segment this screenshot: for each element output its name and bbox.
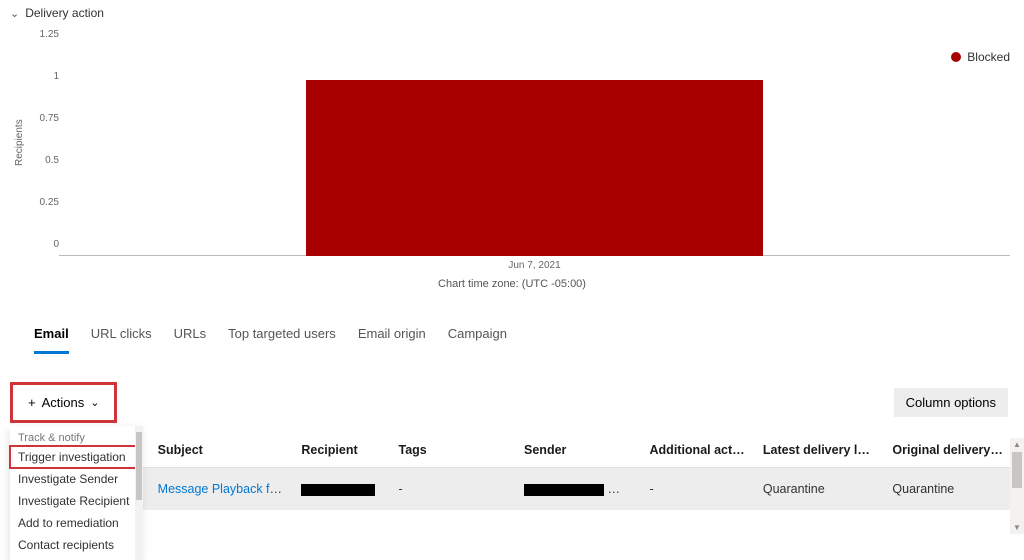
results-table: SubjectRecipientTagsSenderAdditional act…: [10, 433, 1014, 510]
table-row[interactable]: Message Playback for - …-QuarantineQuara…: [10, 468, 1014, 511]
cell-recipient: [293, 468, 390, 511]
toolbar: + Actions ⌄ Column options: [0, 354, 1024, 433]
column-header[interactable]: Tags: [391, 433, 517, 468]
cell-subject[interactable]: Message Playback for: [150, 468, 294, 511]
tabs: Email URL clicks URLs Top targeted users Ema…: [0, 318, 1024, 354]
page-scrollbar[interactable]: ▲ ▼: [1010, 438, 1024, 534]
menu-scrollbar[interactable]: [135, 426, 143, 560]
section-header[interactable]: ⌄ Delivery action: [0, 0, 1024, 26]
subject-link[interactable]: Message Playback for: [158, 482, 284, 496]
section-title: Delivery action: [25, 6, 104, 20]
column-header[interactable]: Additional actions: [642, 433, 755, 468]
tab-campaign[interactable]: Campaign: [448, 318, 507, 354]
actions-button[interactable]: + Actions ⌄: [17, 389, 110, 416]
cell-sender: …: [516, 468, 642, 511]
chevron-down-icon: ⌄: [90, 396, 99, 409]
cell-additional-actions: -: [642, 468, 755, 511]
menu-item-investigate-sender[interactable]: Investigate Sender: [10, 468, 139, 490]
tab-top-targeted-users[interactable]: Top targeted users: [228, 318, 336, 354]
tab-email-origin[interactable]: Email origin: [358, 318, 426, 354]
cell-original-delivery-location: Quarantine: [884, 468, 1014, 511]
menu-item-add-to-remediation[interactable]: Add to remediation: [10, 512, 139, 534]
menu-item-investigate-recipient[interactable]: Investigate Recipient: [10, 490, 139, 512]
column-options-button[interactable]: Column options: [894, 388, 1008, 417]
cell-latest-delivery-location: Quarantine: [755, 468, 885, 511]
column-header[interactable]: Sender: [516, 433, 642, 468]
menu-item-contact-recipients[interactable]: Contact recipients: [10, 534, 139, 556]
actions-menu: Track & notify Trigger investigationInve…: [10, 426, 140, 560]
plot-area: Jun 7, 2021: [59, 36, 1010, 256]
x-tick-label: Jun 7, 2021: [508, 260, 560, 271]
chart-timezone: Chart time zone: (UTC -05:00): [14, 278, 1010, 290]
y-axis-ticks: 1.25 1 0.75 0.5 0.25 0: [25, 30, 59, 250]
menu-group-label: Track & notify: [10, 426, 139, 446]
cell-tags: -: [391, 468, 517, 511]
actions-button-highlight: + Actions ⌄: [10, 382, 117, 423]
column-header[interactable]: Latest delivery location: [755, 433, 885, 468]
y-axis-label: Recipients: [14, 30, 25, 256]
chevron-down-icon: ⌄: [10, 7, 19, 20]
plus-icon: +: [28, 395, 36, 410]
tab-url-clicks[interactable]: URL clicks: [91, 318, 152, 354]
tab-urls[interactable]: URLs: [174, 318, 207, 354]
tab-email[interactable]: Email: [34, 318, 69, 354]
chart: Blocked Recipients 1.25 1 0.75 0.5 0.25 …: [0, 26, 1024, 290]
actions-label: Actions: [42, 395, 85, 410]
chart-bar[interactable]: [306, 80, 762, 256]
column-header[interactable]: Subject: [150, 433, 294, 468]
column-header[interactable]: Original delivery locatio…: [884, 433, 1014, 468]
column-header[interactable]: Recipient: [293, 433, 390, 468]
menu-item-trigger-investigation[interactable]: Trigger investigation: [10, 446, 139, 468]
